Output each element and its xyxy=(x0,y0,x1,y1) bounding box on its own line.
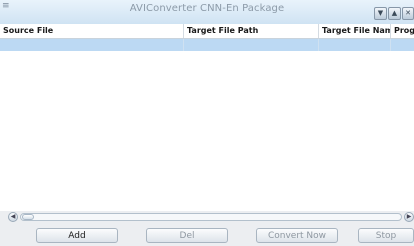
app-window: ≡ AVIConverter CNN-En Package ▼ ▲ ✕ Sour… xyxy=(0,0,414,246)
table-row[interactable] xyxy=(0,39,414,51)
column-header-target-file-name[interactable]: Target File Name xyxy=(319,24,391,38)
table-cell-target-file-path xyxy=(184,39,319,51)
add-button[interactable]: Add xyxy=(36,228,118,243)
scroll-right-icon[interactable]: ▶ xyxy=(404,212,414,222)
table-cell-progress xyxy=(391,39,414,51)
button-bar: Add Del Convert Now Stop xyxy=(0,225,414,246)
window-title: AVIConverter CNN-En Package xyxy=(129,3,285,14)
scroll-thumb[interactable] xyxy=(22,214,34,220)
horizontal-scrollbar[interactable]: ◀ ▶ xyxy=(8,212,414,222)
stop-button[interactable]: Stop xyxy=(358,228,414,243)
convert-now-button[interactable]: Convert Now xyxy=(256,228,338,243)
minimize-icon[interactable]: ▼ xyxy=(374,7,387,20)
column-header-target-file-path[interactable]: Target File Path xyxy=(184,24,319,38)
maximize-icon[interactable]: ▲ xyxy=(388,7,401,20)
scroll-track[interactable] xyxy=(20,213,402,221)
file-list-area[interactable] xyxy=(0,51,414,211)
column-header-progress[interactable]: Prog xyxy=(391,24,414,38)
table-header: Source File Target File Path Target File… xyxy=(0,24,414,39)
table-cell-target-file-name xyxy=(319,39,391,51)
scroll-left-icon[interactable]: ◀ xyxy=(8,212,18,222)
del-button[interactable]: Del xyxy=(146,228,228,243)
title-bar[interactable]: ≡ AVIConverter CNN-En Package ▼ ▲ ✕ xyxy=(0,0,414,25)
column-header-source-file[interactable]: Source File xyxy=(0,24,184,38)
close-icon[interactable]: ✕ xyxy=(402,7,414,20)
table-cell-source-file xyxy=(0,39,184,51)
